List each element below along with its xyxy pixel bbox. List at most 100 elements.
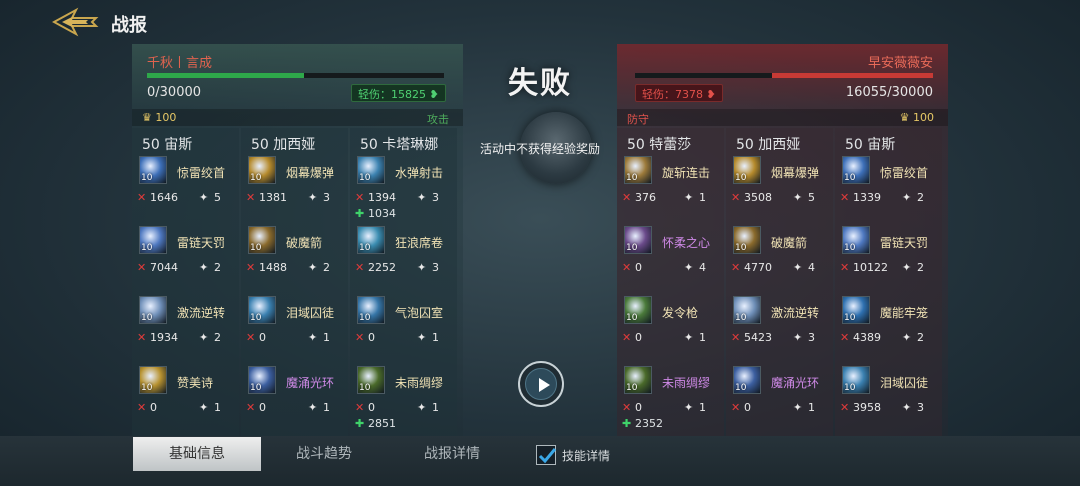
skill-damage: 0 [368,331,375,344]
skill-stats: ✕ 0 ✦ 1 [622,401,722,415]
magic-aura-icon: 10 [248,366,276,394]
skill-count: 2 [917,331,924,344]
heal-value: 2851 [368,417,396,430]
skill-slot[interactable]: 10 雷链天罚 [840,226,940,260]
skill-slot[interactable]: 10 怀柔之心 [622,226,722,260]
heal-icon: ✚ [355,207,365,220]
hit-count-icon: ✦ [199,401,209,414]
skill-damage: 4770 [744,261,772,274]
skill-name: 烟幕爆弹 [771,166,820,180]
damage-icon: ✕ [137,261,147,274]
hero-name: 50 特蕾莎 [627,137,692,153]
skill-damage: 0 [259,331,266,344]
skill-stats: ✕ 0 ✦ 1 [246,401,346,415]
skill-name: 怀柔之心 [662,236,711,250]
coin-icon: ♛ [142,111,152,124]
skill-name: 魔涌光环 [286,376,335,390]
skill-stats: ✕ 5423 ✦ 3 [731,331,831,345]
skill-name: 泪域囚徒 [880,376,929,390]
checkmark-icon [538,448,557,464]
skill-slot[interactable]: 10 破魔箭 [731,226,831,260]
left-coins: ♛ 100 [142,111,176,124]
skill-slot[interactable]: 10 发令枪 [622,296,722,330]
skill-slot[interactable]: 10 旋斩连击 [622,156,722,190]
skill-level: 10 [250,313,262,323]
skill-damage: 2252 [368,261,396,274]
skill-slot[interactable]: 10 激流逆转 [137,296,237,330]
damage-icon: ✕ [840,331,850,344]
hero-name: 50 加西娅 [251,137,316,153]
damage-icon: ✕ [355,331,365,344]
skill-name: 激流逆转 [177,306,226,320]
skill-count: 1 [808,401,815,414]
skill-slot[interactable]: 10 雷链天罚 [137,226,237,260]
skill-level: 10 [735,313,747,323]
skill-slot[interactable]: 10 惊雷绞首 [840,156,940,190]
skill-slot[interactable]: 10 气泡囚室 [355,296,455,330]
skill-slot[interactable]: 10 烟幕爆弹 [246,156,346,190]
skill-name: 发令枪 [662,306,699,320]
smoke-bomb-icon: 10 [733,156,761,184]
skill-slot[interactable]: 10 水弹射击 [355,156,455,190]
skill-slot[interactable]: 10 破魔箭 [246,226,346,260]
skill-level: 10 [250,243,262,253]
left-sub-header: ♛ 100 攻击 [132,109,463,126]
skill-slot[interactable]: 10 未雨绸缪 [355,366,455,400]
skill-slot[interactable]: 10 未雨绸缪 [622,366,722,400]
lightning-chain-icon: 10 [139,226,167,254]
skill-details-label: 技能详情 [562,449,611,463]
skill-damage: 0 [368,401,375,414]
skill-slot[interactable]: 10 狂浪席卷 [355,226,455,260]
skill-count: 1 [323,401,330,414]
skill-stats: ✕ 3508 ✦ 5 [731,191,831,205]
play-icon [539,378,550,392]
skill-stats: ✕ 376 ✦ 1 [622,191,722,205]
skill-level: 10 [844,313,856,323]
skill-slot[interactable]: 10 赞美诗 [137,366,237,400]
skill-details-checkbox[interactable] [536,445,557,465]
replay-button[interactable] [518,361,564,407]
tab-battle-trend[interactable]: 战斗趋势 [260,437,388,471]
left-hp-bar [147,73,444,78]
tear-prison-icon: 10 [842,366,870,394]
skill-slot[interactable]: 10 泪域囚徒 [840,366,940,400]
skill-slot[interactable]: 10 烟幕爆弹 [731,156,831,190]
left-hp-text: 0/30000 [147,85,202,100]
hero-name: 50 加西娅 [736,137,801,153]
right-role-label: 防守 [627,113,649,126]
skill-stats: ✕ 0 ✦ 1 [355,331,455,345]
hero-name: 50 宙斯 [142,137,193,153]
damage-icon: ✕ [731,191,741,204]
back-button[interactable] [51,6,100,38]
skill-name: 未雨绸缪 [662,376,711,390]
skill-stats: ✕ 0 ✦ 1 [355,401,455,415]
left-role-label: 攻击 [427,113,449,126]
skill-count: 2 [214,331,221,344]
right-hp-bar [635,73,933,78]
skill-level: 10 [626,313,638,323]
skill-count: 3 [808,331,815,344]
skill-level: 10 [844,173,856,183]
damage-icon: ✕ [355,401,365,414]
page-title: 战报 [111,15,147,36]
skill-slot[interactable]: 10 魔能牢笼 [840,296,940,330]
skill-slot[interactable]: 10 激流逆转 [731,296,831,330]
skill-slot[interactable]: 10 魔涌光环 [731,366,831,400]
left-player-name: 千秋丨言成 [147,56,213,71]
skill-slot[interactable]: 10 惊雷绞首 [137,156,237,190]
skill-count: 3 [323,191,330,204]
skill-count: 1 [699,401,706,414]
hit-count-icon: ✦ [417,261,427,274]
skill-damage: 0 [635,261,642,274]
skill-damage: 3508 [744,191,772,204]
tab-battle-details[interactable]: 战报详情 [388,437,516,471]
skill-slot[interactable]: 10 泪域囚徒 [246,296,346,330]
hit-count-icon: ✦ [793,191,803,204]
damage-icon: ✕ [246,261,256,274]
eye-icon: 10 [357,366,385,394]
hit-count-icon: ✦ [902,401,912,414]
exp-notice: 活动中不获得经验奖励 [479,142,600,156]
skill-slot[interactable]: 10 魔涌光环 [246,366,346,400]
tab-basic-info[interactable]: 基础信息 [133,437,261,471]
skill-count: 4 [808,261,815,274]
